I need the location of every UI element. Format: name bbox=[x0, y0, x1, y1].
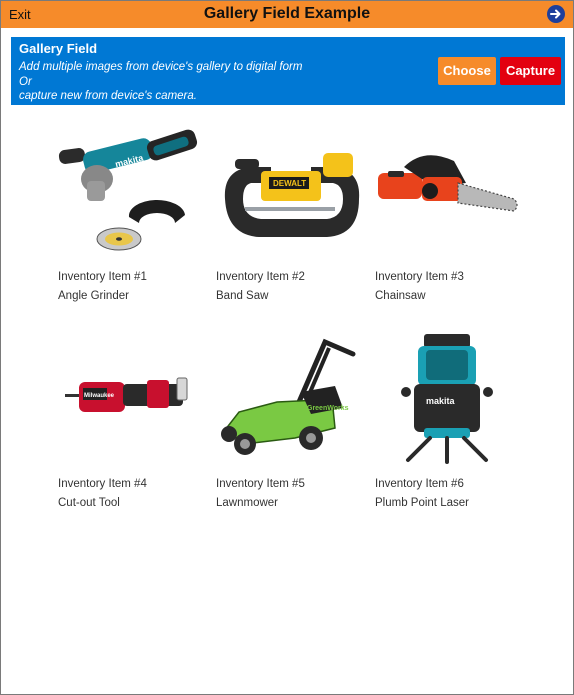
choose-button[interactable]: Choose bbox=[438, 57, 496, 85]
item-name: Lawnmower bbox=[216, 497, 278, 509]
laser-brand-logo: makita bbox=[426, 396, 456, 406]
top-bar: Exit Gallery Field Example bbox=[1, 1, 573, 28]
item-label: Inventory Item #4 bbox=[58, 478, 147, 490]
item-label: Inventory Item #2 bbox=[216, 271, 305, 283]
bandsaw-brand-logo: DEWALT bbox=[273, 179, 306, 188]
capture-button[interactable]: Capture bbox=[500, 57, 561, 85]
angle-grinder-image: makita bbox=[58, 129, 198, 251]
item-name: Angle Grinder bbox=[58, 290, 129, 302]
mower-brand-logo: GreenWorks bbox=[307, 405, 349, 412]
gallery-field-title: Gallery Field bbox=[19, 41, 98, 56]
page-title: Gallery Field Example bbox=[203, 5, 371, 22]
item-label: Inventory Item #5 bbox=[216, 478, 305, 490]
band-saw-image: DEWALT bbox=[224, 153, 360, 237]
item-name: Chainsaw bbox=[375, 290, 426, 302]
arrow-right-circle-icon[interactable] bbox=[547, 5, 565, 23]
gallery-field-description: Add multiple images from device's galler… bbox=[19, 60, 302, 104]
item-name: Plumb Point Laser bbox=[375, 497, 469, 509]
app-window: Exit Gallery Field Example Gallery Field… bbox=[0, 0, 574, 695]
plumb-point-laser-image: makita bbox=[401, 334, 493, 464]
item-name: Band Saw bbox=[216, 290, 269, 302]
description-line-1: Add multiple images from device's galler… bbox=[19, 61, 303, 73]
gallery-field-panel: Gallery Field Add multiple images from d… bbox=[11, 37, 565, 105]
chainsaw-image bbox=[378, 155, 518, 212]
item-label: Inventory Item #3 bbox=[375, 271, 464, 283]
item-name: Cut-out Tool bbox=[58, 497, 120, 509]
cutout-brand-logo: Milwaukee bbox=[84, 393, 115, 399]
lawnmower-image: GreenWorks bbox=[221, 338, 356, 455]
description-line-2: Or bbox=[19, 75, 32, 88]
cut-out-tool-image: Milwaukee bbox=[65, 377, 188, 412]
description-line-3: capture new from device's camera. bbox=[19, 90, 197, 102]
item-label: Inventory Item #1 bbox=[58, 271, 147, 283]
item-label: Inventory Item #6 bbox=[375, 478, 464, 490]
